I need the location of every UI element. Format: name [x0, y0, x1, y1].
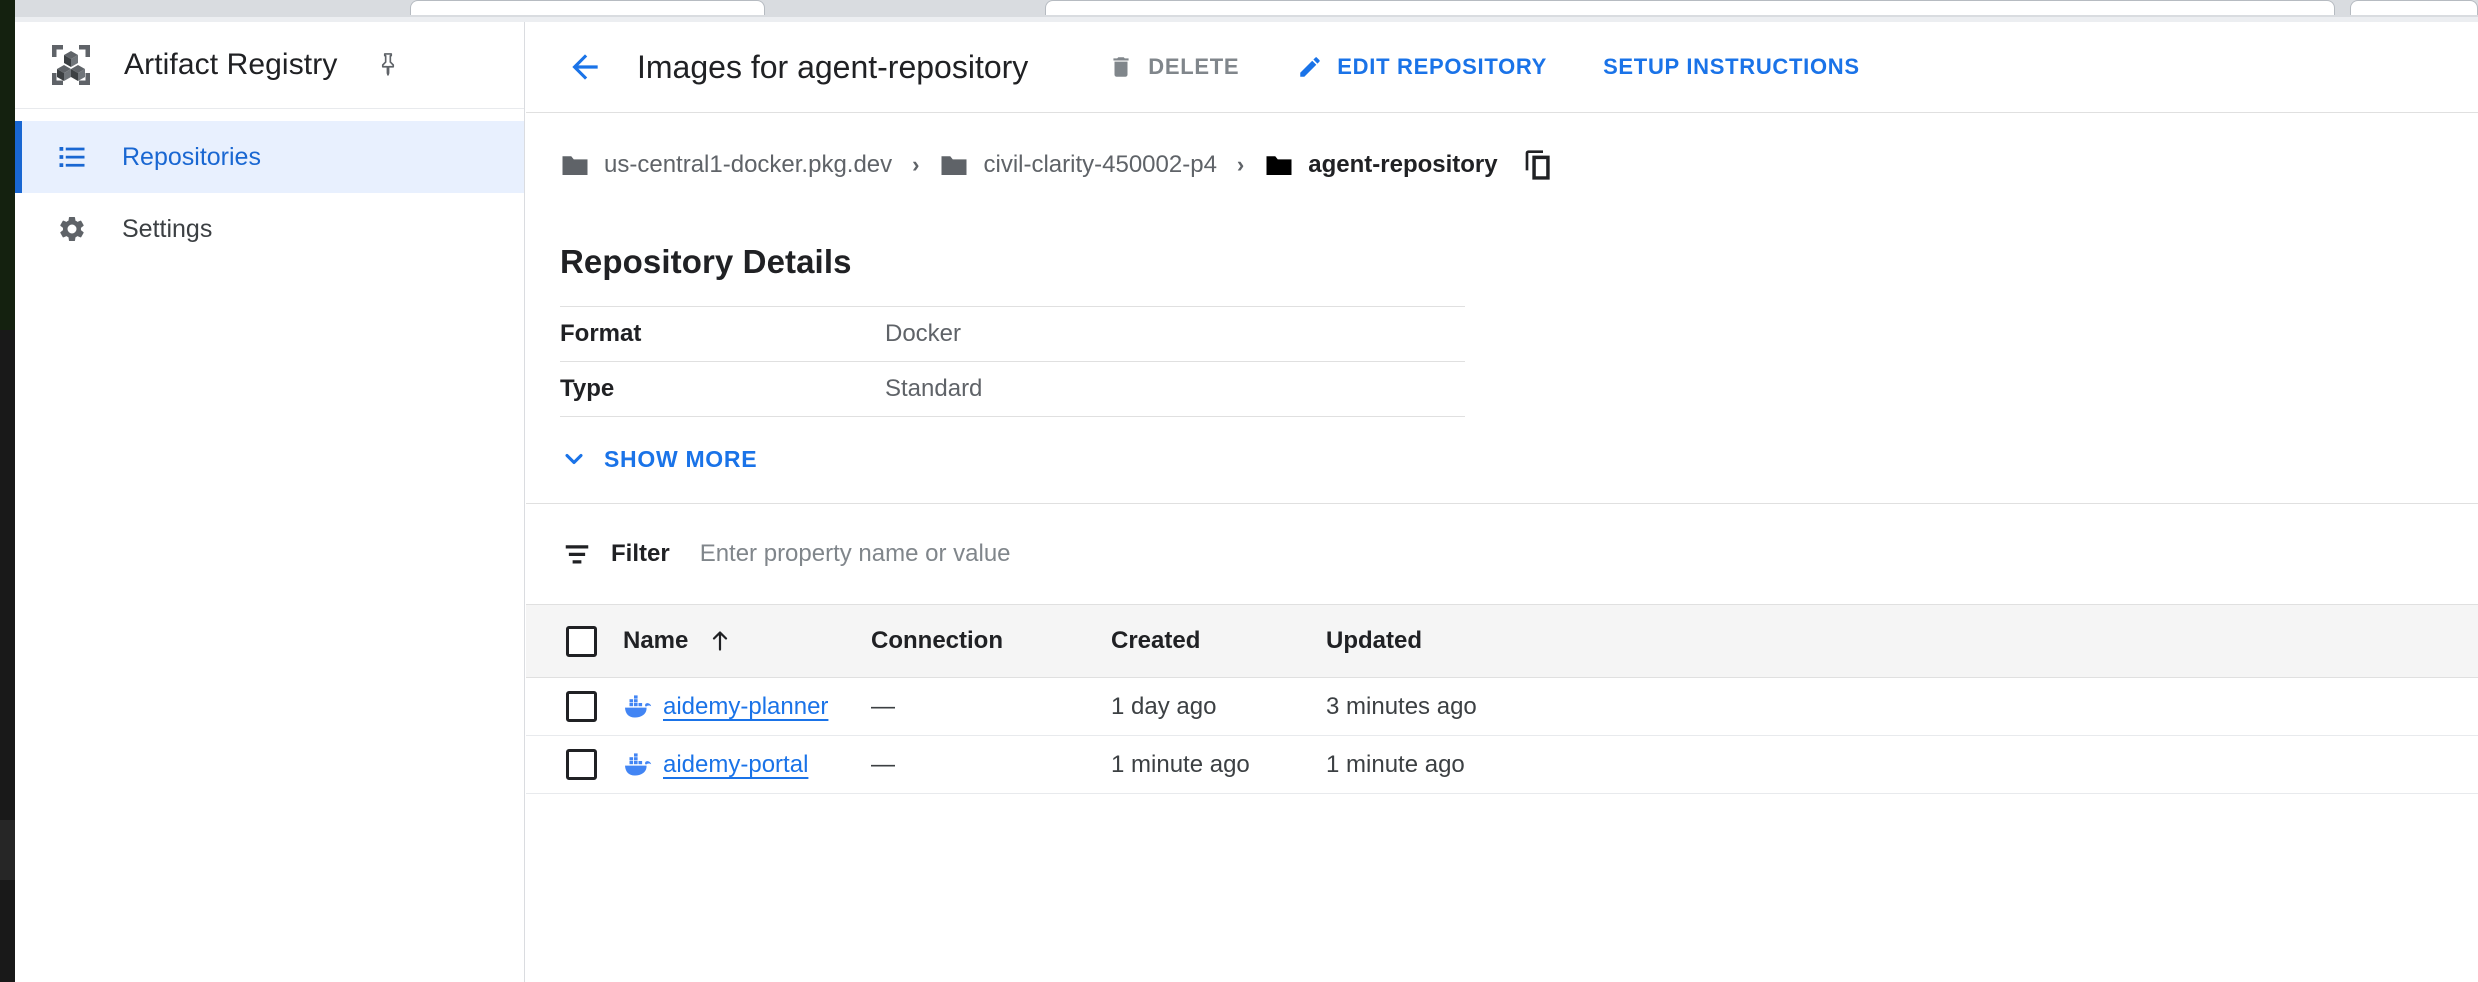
- filter-input[interactable]: [700, 534, 2478, 574]
- connection-cell: —: [871, 678, 1111, 736]
- chevron-down-icon: [560, 445, 588, 473]
- page-title: Images for agent-repository: [637, 49, 1028, 86]
- repository-details-table: Format Docker Type Standard: [560, 306, 1465, 417]
- sidebar: Artifact Registry: [15, 22, 525, 982]
- list-icon: [55, 140, 89, 174]
- image-link[interactable]: aidemy-planner: [663, 693, 828, 721]
- setup-instructions-label: SETUP INSTRUCTIONS: [1603, 54, 1860, 80]
- sidebar-item-label: Settings: [122, 215, 212, 244]
- edit-repository-button[interactable]: EDIT REPOSITORY: [1279, 39, 1563, 95]
- pin-icon[interactable]: [371, 48, 405, 82]
- edit-repository-label: EDIT REPOSITORY: [1337, 54, 1547, 80]
- arrow-up-icon: [708, 627, 732, 655]
- column-header-created[interactable]: Created: [1111, 605, 1326, 678]
- delete-button[interactable]: DELETE: [1090, 39, 1255, 95]
- table-row[interactable]: aidemy-portal — 1 minute ago 1 minute ag…: [526, 736, 2478, 794]
- breadcrumb-item-project[interactable]: civil-clarity-450002-p4: [939, 151, 1216, 179]
- connection-cell: —: [871, 736, 1111, 794]
- show-more-button[interactable]: SHOW MORE: [560, 445, 757, 473]
- browser-tab[interactable]: [1045, 0, 2335, 15]
- select-all-header: [526, 605, 623, 678]
- created-cell: 1 minute ago: [1111, 736, 1326, 794]
- artifact-registry-page: Artifact Registry: [0, 0, 2478, 982]
- desktop-edge-strip: [0, 0, 15, 982]
- row-checkbox[interactable]: [566, 749, 597, 780]
- docker-icon: [623, 752, 655, 778]
- details-row: Type Standard: [560, 362, 1465, 417]
- artifact-registry-logo-icon: [42, 36, 100, 94]
- image-link[interactable]: aidemy-portal: [663, 751, 808, 779]
- sidebar-item-settings[interactable]: Settings: [15, 193, 524, 265]
- image-name-cell: aidemy-portal: [623, 736, 871, 794]
- images-table: Name Connection Created Updated: [526, 604, 2478, 794]
- sidebar-item-repositories[interactable]: Repositories: [15, 121, 524, 193]
- desktop-wallpaper-patch: [0, 820, 15, 880]
- breadcrumb-separator: ›: [1237, 154, 1244, 176]
- row-select-cell: [526, 736, 623, 794]
- gear-icon: [55, 212, 89, 246]
- page-toolbar: Images for agent-repository DELETE: [526, 22, 2478, 113]
- breadcrumb-item-repository[interactable]: agent-repository: [1264, 151, 1497, 179]
- repository-details-section: Repository Details Format Docker Type St…: [526, 243, 2478, 503]
- created-cell: 1 day ago: [1111, 678, 1326, 736]
- table-row[interactable]: aidemy-planner — 1 day ago 3 minutes ago: [526, 678, 2478, 736]
- setup-instructions-button[interactable]: SETUP INSTRUCTIONS: [1587, 39, 1876, 95]
- details-value: Standard: [885, 362, 1465, 417]
- breadcrumb-item-registry[interactable]: us-central1-docker.pkg.dev: [560, 151, 892, 179]
- row-checkbox[interactable]: [566, 691, 597, 722]
- folder-icon: [939, 152, 969, 178]
- select-all-checkbox[interactable]: [566, 626, 597, 657]
- filter-label: Filter: [611, 540, 670, 568]
- main-content: Images for agent-repository DELETE: [526, 22, 2478, 982]
- docker-icon: [623, 694, 655, 720]
- app-title: Artifact Registry: [124, 48, 337, 82]
- breadcrumb-label: agent-repository: [1308, 151, 1497, 179]
- sidebar-brand: Artifact Registry: [15, 22, 524, 109]
- breadcrumb: us-central1-docker.pkg.dev › civil-clari…: [526, 113, 2478, 217]
- filter-bar: Filter: [526, 504, 2478, 604]
- column-header-label: Name: [623, 627, 688, 655]
- sidebar-item-label: Repositories: [122, 143, 261, 172]
- trash-icon: [1106, 52, 1136, 82]
- breadcrumb-label: us-central1-docker.pkg.dev: [604, 151, 892, 179]
- desktop-wallpaper-patch: [0, 0, 15, 330]
- details-row: Format Docker: [560, 307, 1465, 362]
- column-header-connection[interactable]: Connection: [871, 605, 1111, 678]
- show-more-label: SHOW MORE: [604, 446, 757, 473]
- folder-icon: [1264, 152, 1294, 178]
- sidebar-nav: Repositories Settings: [15, 109, 524, 265]
- browser-tab-strip: [0, 0, 2478, 17]
- chrome-underline: [15, 17, 2478, 22]
- column-header-name[interactable]: Name: [623, 605, 871, 678]
- filter-icon[interactable]: [560, 537, 594, 571]
- arrow-left-icon[interactable]: [560, 42, 610, 92]
- row-select-cell: [526, 678, 623, 736]
- details-heading: Repository Details: [560, 243, 2478, 281]
- details-value: Docker: [885, 307, 1465, 362]
- details-key: Format: [560, 307, 885, 362]
- pencil-icon: [1295, 52, 1325, 82]
- delete-label: DELETE: [1148, 54, 1239, 80]
- copy-icon[interactable]: [1520, 146, 1558, 184]
- folder-icon: [560, 152, 590, 178]
- browser-tab[interactable]: [410, 0, 765, 15]
- column-header-updated[interactable]: Updated: [1326, 605, 2478, 678]
- updated-cell: 1 minute ago: [1326, 736, 2478, 794]
- image-name-cell: aidemy-planner: [623, 678, 871, 736]
- breadcrumb-separator: ›: [912, 154, 919, 176]
- toolbar-actions: DELETE EDIT REPOSITORY SETUP INSTRUCTION…: [1090, 39, 1899, 95]
- breadcrumb-label: civil-clarity-450002-p4: [983, 151, 1216, 179]
- browser-tab[interactable]: [2350, 0, 2478, 15]
- details-key: Type: [560, 362, 885, 417]
- updated-cell: 3 minutes ago: [1326, 678, 2478, 736]
- table-header-row: Name Connection Created Updated: [526, 605, 2478, 678]
